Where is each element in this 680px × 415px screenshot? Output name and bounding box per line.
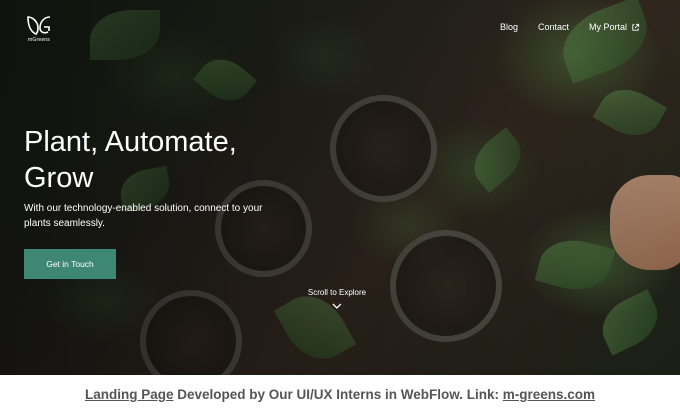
- m-greens-link[interactable]: m-greens.com: [503, 387, 595, 402]
- logo-text: mGreens: [28, 37, 50, 43]
- hero-subtext: With our technology-enabled solution, co…: [24, 203, 263, 229]
- caption-text: Developed by Our UI/UX Interns in WebFlo…: [173, 387, 503, 402]
- external-link-icon: [632, 23, 640, 31]
- leaf-logo-icon: [27, 16, 51, 35]
- nav-link-contact[interactable]: Contact: [538, 22, 569, 32]
- top-nav: Blog Contact My Portal: [500, 22, 640, 32]
- brand-logo[interactable]: mGreens: [24, 14, 54, 43]
- chevron-down-icon: [332, 303, 342, 309]
- nav-link-my-portal[interactable]: My Portal: [589, 22, 640, 32]
- hero-headline: Plant, Automate, Grow: [24, 126, 237, 194]
- hero-section: mGreens Blog Contact My Portal Plant, Au…: [0, 0, 680, 375]
- nav-link-blog[interactable]: Blog: [500, 22, 518, 32]
- nav-link-my-portal-label: My Portal: [588, 22, 627, 32]
- caption-bar: Landing Page Developed by Our UI/UX Inte…: [0, 375, 680, 405]
- scroll-to-explore[interactable]: Scroll to Explore: [308, 288, 366, 310]
- scroll-label: Scroll to Explore: [307, 288, 367, 297]
- landing-page-link[interactable]: Landing Page: [85, 387, 174, 402]
- get-in-touch-button[interactable]: Get in Touch: [24, 249, 116, 279]
